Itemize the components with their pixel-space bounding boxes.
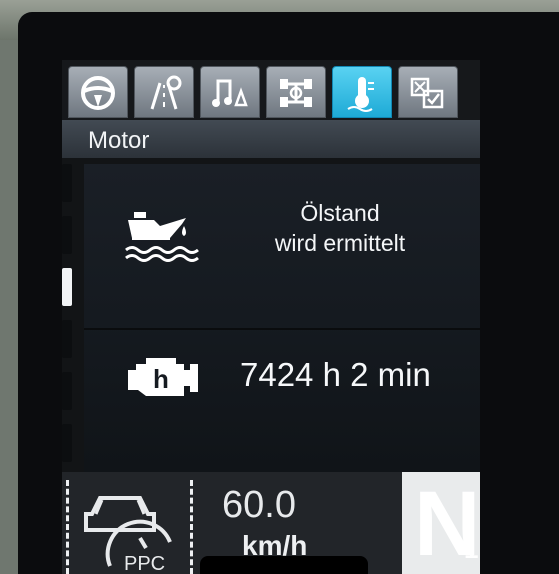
check-engine-icon: h [128, 358, 198, 396]
tab-service[interactable] [398, 66, 458, 118]
scroll-segment-active [62, 268, 72, 306]
tab-road[interactable] [134, 66, 194, 118]
oil-level-message: Ölstand wird ermittelt [240, 198, 440, 258]
oil-level-line2: wird ermittelt [274, 230, 406, 256]
dashboard-screen: Motor Ölstand wird ermittelt h 7424 h 2 … [62, 60, 480, 574]
scroll-segment [62, 424, 72, 462]
engine-hours-value: 7424 h 2 min [240, 356, 431, 393]
section-header: Motor [62, 120, 480, 158]
tab-engine[interactable] [332, 66, 392, 118]
service-check-icon [410, 77, 444, 109]
separator [190, 480, 193, 574]
section-title: Motor [88, 127, 150, 154]
scroll-segment [62, 320, 72, 358]
steering-wheel-icon [81, 76, 115, 110]
oil-can-icon [125, 212, 199, 262]
svg-text:h: h [153, 364, 169, 394]
engine-temperature-icon [347, 77, 374, 112]
display-mount [200, 556, 368, 574]
tab-drivetrain[interactable] [266, 66, 326, 118]
oil-level-line1: Ölstand [300, 200, 380, 226]
tab-audio-alerts[interactable] [200, 66, 260, 118]
scroll-segment [62, 372, 72, 410]
road-settings-icon [150, 75, 182, 110]
panel-divider [84, 328, 480, 330]
ppc-cruise-icon: PPC [84, 496, 172, 572]
axle-drive-icon [280, 79, 312, 107]
ppc-label: PPC [124, 553, 165, 572]
scroll-segment [62, 216, 72, 254]
scroll-indicator [62, 164, 76, 464]
separator [66, 480, 69, 574]
gear-number: 1 [464, 534, 479, 564]
speed-value: 60.0 [222, 484, 296, 526]
scroll-segment [62, 164, 72, 202]
tab-steering[interactable] [68, 66, 128, 118]
music-alert-icon [212, 79, 248, 107]
tab-bar [62, 60, 480, 120]
